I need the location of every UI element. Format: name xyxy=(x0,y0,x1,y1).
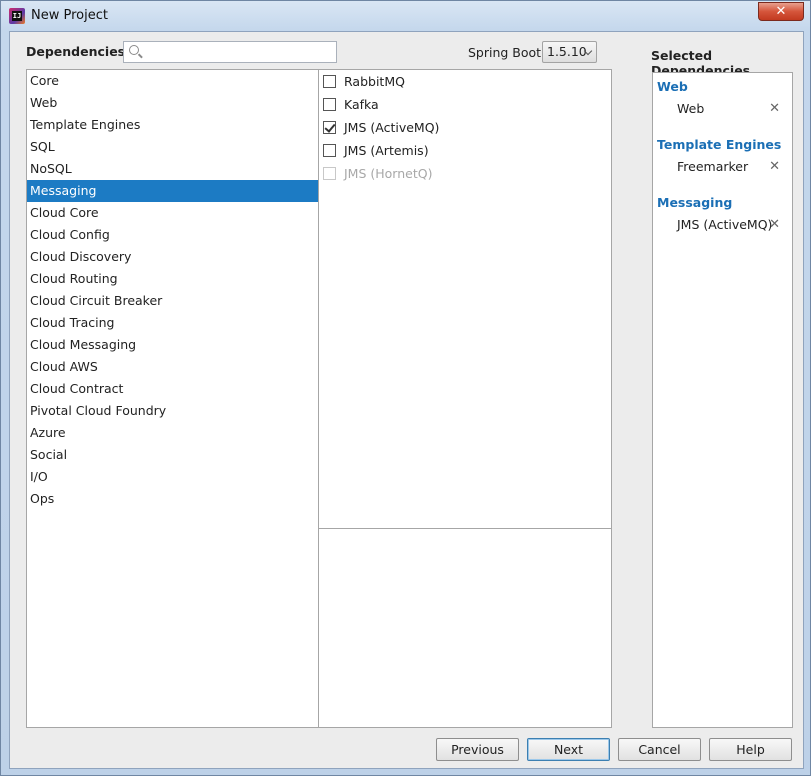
dependency-checkbox[interactable] xyxy=(323,121,336,134)
category-item[interactable]: Cloud AWS xyxy=(27,356,318,378)
cancel-button[interactable]: Cancel xyxy=(618,738,701,761)
spring-boot-version-select[interactable]: 1.5.10 xyxy=(542,41,597,63)
search-input[interactable] xyxy=(144,43,332,61)
title-bar: IJ New Project ✕ xyxy=(1,1,810,31)
category-item[interactable]: Cloud Circuit Breaker xyxy=(27,290,318,312)
spring-boot-version-value: 1.5.10 xyxy=(547,44,587,59)
dependency-checkbox xyxy=(323,167,336,180)
category-item[interactable]: Pivotal Cloud Foundry xyxy=(27,400,318,422)
close-icon[interactable]: ✕ xyxy=(769,155,780,179)
dependency-option-label: RabbitMQ xyxy=(344,74,405,89)
category-list: Core Web Template Engines SQL NoSQL Messaging… xyxy=(26,69,319,728)
close-icon[interactable]: ✕ xyxy=(769,213,780,237)
selected-group-title: Template Engines xyxy=(657,137,782,152)
selected-group-title: Messaging xyxy=(657,195,733,210)
selected-dependencies-panel: Web Web ✕ Template Engines Freemarker ✕ Messag… xyxy=(652,72,793,728)
dependency-option[interactable]: RabbitMQ xyxy=(319,70,611,93)
category-item[interactable]: Cloud Messaging xyxy=(27,334,318,356)
dependency-description-panel xyxy=(318,528,612,728)
category-item[interactable]: Messaging xyxy=(27,180,318,202)
selected-dependency-item: JMS (ActiveMQ) ✕ xyxy=(653,213,792,237)
help-button[interactable]: Help xyxy=(709,738,792,761)
category-item[interactable]: Core xyxy=(27,70,318,92)
dependencies-label: Dependencies xyxy=(26,44,126,59)
category-item[interactable]: SQL xyxy=(27,136,318,158)
selected-dependency-label: Web xyxy=(677,101,705,116)
selected-dependency-item: Freemarker ✕ xyxy=(653,155,792,179)
window-title: New Project xyxy=(31,8,108,23)
category-item[interactable]: Azure xyxy=(27,422,318,444)
dependency-option[interactable]: JMS (ActiveMQ) xyxy=(319,116,611,139)
next-button[interactable]: Next xyxy=(527,738,610,761)
category-item[interactable]: Cloud Config xyxy=(27,224,318,246)
dependency-option-label: JMS (ActiveMQ) xyxy=(344,120,440,135)
selected-dependency-label: Freemarker xyxy=(677,159,749,174)
category-item[interactable]: Cloud Contract xyxy=(27,378,318,400)
dependency-checkbox[interactable] xyxy=(323,98,336,111)
category-item[interactable]: Ops xyxy=(27,488,318,510)
category-item[interactable]: NoSQL xyxy=(27,158,318,180)
category-item[interactable]: Cloud Core xyxy=(27,202,318,224)
dependency-option-label: JMS (HornetQ) xyxy=(344,166,433,181)
previous-button[interactable]: Previous xyxy=(436,738,519,761)
category-item[interactable]: Template Engines xyxy=(27,114,318,136)
category-item[interactable]: Cloud Routing xyxy=(27,268,318,290)
dependency-option[interactable]: JMS (Artemis) xyxy=(319,139,611,162)
dialog-content: Dependencies Spring Boot 1.5.10 Selected… xyxy=(9,31,804,769)
window-close-button[interactable]: ✕ xyxy=(758,2,804,21)
dependency-checkbox[interactable] xyxy=(323,75,336,88)
category-item[interactable]: Cloud Discovery xyxy=(27,246,318,268)
new-project-window: IJ New Project ✕ Dependencies Spring Boo… xyxy=(0,0,811,776)
search-icon xyxy=(129,45,139,55)
dependency-option-label: JMS (Artemis) xyxy=(344,143,429,158)
dependency-option: JMS (HornetQ) xyxy=(319,162,611,185)
category-item[interactable]: Cloud Tracing xyxy=(27,312,318,334)
category-item[interactable]: Social xyxy=(27,444,318,466)
dependency-checkbox[interactable] xyxy=(323,144,336,157)
selected-group-title: Web xyxy=(657,79,688,94)
close-icon[interactable]: ✕ xyxy=(769,97,780,121)
intellij-idea-icon: IJ xyxy=(9,8,25,24)
dependency-option-label: Kafka xyxy=(344,97,379,112)
dependency-options-list: RabbitMQ Kafka JMS (ActiveMQ) JMS (Artemis)… xyxy=(318,69,612,529)
dependency-option[interactable]: Kafka xyxy=(319,93,611,116)
selected-dependency-item: Web ✕ xyxy=(653,97,792,121)
selected-dependency-label: JMS (ActiveMQ) xyxy=(677,217,773,232)
category-item[interactable]: Web xyxy=(27,92,318,114)
search-box[interactable] xyxy=(123,41,337,63)
category-item[interactable]: I/O xyxy=(27,466,318,488)
spring-boot-label: Spring Boot xyxy=(468,45,542,60)
